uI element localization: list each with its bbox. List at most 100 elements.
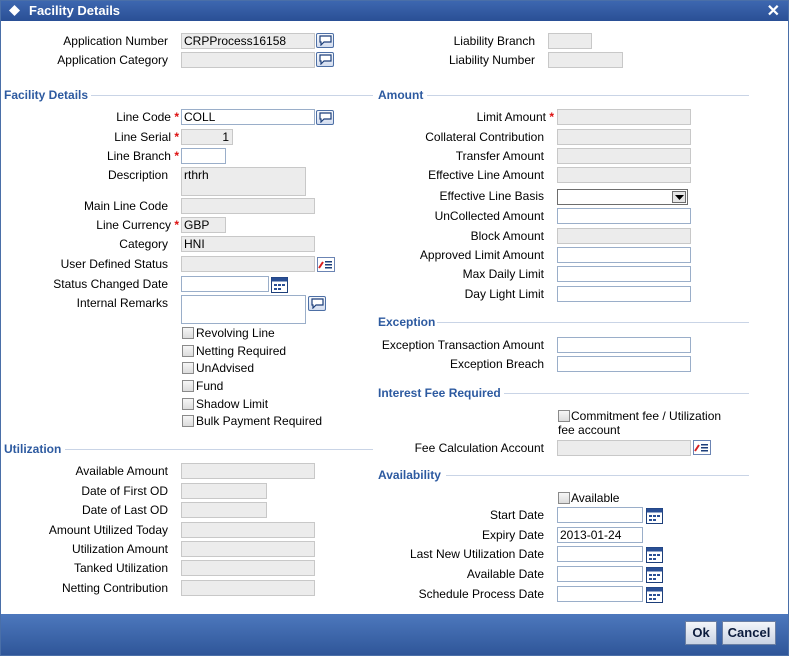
exception-heading: Exception <box>378 315 436 329</box>
effective-line-amount-field[interactable] <box>557 167 691 183</box>
section-divider <box>437 322 749 323</box>
cancel-button[interactable]: Cancel <box>722 621 776 645</box>
speech-bubble-icon <box>311 298 324 309</box>
calendar-icon[interactable] <box>271 277 288 293</box>
description-label: Description <box>107 168 168 182</box>
availability-heading: Availability <box>378 468 441 482</box>
section-divider <box>446 475 749 476</box>
netting-required-checkbox[interactable] <box>182 345 194 357</box>
max-daily-limit-label: Max Daily Limit <box>462 267 544 281</box>
available-amount-field[interactable] <box>181 463 315 479</box>
exception-transaction-amount-field[interactable] <box>557 337 691 353</box>
line-currency-field[interactable]: GBP <box>181 217 226 233</box>
application-number-lov-button[interactable] <box>316 33 334 48</box>
available-date-field[interactable] <box>557 566 643 582</box>
footer-bar: Ok Cancel <box>1 614 788 655</box>
bulk-payment-required-checkbox[interactable] <box>182 415 194 427</box>
uncollected-amount-field[interactable] <box>557 208 691 224</box>
main-line-code-field[interactable] <box>181 198 315 214</box>
application-category-lov-button[interactable] <box>316 52 334 67</box>
liability-number-field[interactable] <box>548 52 623 68</box>
category-field[interactable]: HNI <box>181 236 315 252</box>
amount-utilized-today-field[interactable] <box>181 522 315 538</box>
unadvised-checkbox[interactable] <box>182 362 194 374</box>
revolving-line-checkbox[interactable] <box>182 327 194 339</box>
application-number-field[interactable]: CRPProcess16158 <box>181 33 315 49</box>
block-amount-field[interactable] <box>557 228 691 244</box>
list-lookup-icon[interactable] <box>317 257 335 272</box>
line-branch-field[interactable] <box>181 148 226 164</box>
calendar-icon[interactable] <box>646 567 663 583</box>
bulk-payment-required-label: Bulk Payment Required <box>196 414 323 428</box>
commitment-fee-checkbox[interactable] <box>558 410 570 422</box>
amount-utilized-today-label: Amount Utilized Today <box>48 523 168 537</box>
title-bar: Facility Details ✕ <box>1 1 788 21</box>
facility-details-window: Facility Details ✕ Application Number CR… <box>0 0 789 656</box>
chevron-down-icon[interactable] <box>672 191 686 203</box>
exception-transaction-amount-label: Exception Transaction Amount <box>381 338 544 352</box>
fund-checkbox[interactable] <box>182 380 194 392</box>
transfer-amount-field[interactable] <box>557 148 691 164</box>
expiry-date-field[interactable]: 2013-01-24 <box>557 527 643 543</box>
available-label: Available <box>571 491 620 505</box>
ok-button[interactable]: Ok <box>685 621 717 645</box>
limit-amount-label: Limit Amount * <box>476 110 554 124</box>
description-field[interactable]: rthrh <box>181 167 306 196</box>
utilization-amount-field[interactable] <box>181 541 315 557</box>
day-light-limit-label: Day Light Limit <box>464 287 544 301</box>
available-checkbox[interactable] <box>558 492 570 504</box>
user-defined-status-field[interactable] <box>181 256 315 272</box>
block-amount-label: Block Amount <box>470 229 544 243</box>
date-first-od-label: Date of First OD <box>81 484 168 498</box>
list-lookup-icon[interactable] <box>693 440 711 455</box>
user-defined-status-label: User Defined Status <box>60 257 168 271</box>
application-category-label: Application Category <box>57 53 168 67</box>
uncollected-amount-label: UnCollected Amount <box>434 209 544 223</box>
date-first-od-field[interactable] <box>181 483 267 499</box>
speech-bubble-icon <box>319 54 332 65</box>
unadvised-label: UnAdvised <box>196 361 255 375</box>
amount-heading: Amount <box>378 88 424 102</box>
status-changed-date-field[interactable] <box>181 276 269 292</box>
start-date-field[interactable] <box>557 507 643 523</box>
max-daily-limit-field[interactable] <box>557 266 691 282</box>
day-light-limit-field[interactable] <box>557 286 691 302</box>
date-last-od-field[interactable] <box>181 502 267 518</box>
line-code-lov-button[interactable] <box>316 110 334 125</box>
calendar-icon[interactable] <box>646 587 663 603</box>
transfer-amount-label: Transfer Amount <box>455 149 544 163</box>
exception-breach-field[interactable] <box>557 356 691 372</box>
netting-required-label: Netting Required <box>196 344 287 358</box>
interest-fee-heading: Interest Fee Required <box>378 386 501 400</box>
limit-amount-field[interactable] <box>557 109 691 125</box>
collateral-contribution-label: Collateral Contribution <box>425 130 544 144</box>
application-category-field[interactable] <box>181 52 315 68</box>
line-serial-field[interactable]: 1 <box>181 129 233 145</box>
internal-remarks-field[interactable] <box>181 295 306 324</box>
netting-contribution-field[interactable] <box>181 580 315 596</box>
calendar-icon[interactable] <box>646 508 663 524</box>
shadow-limit-checkbox[interactable] <box>182 398 194 410</box>
liability-branch-field[interactable] <box>548 33 592 49</box>
fee-calculation-account-label: Fee Calculation Account <box>414 441 544 455</box>
calendar-icon[interactable] <box>646 547 663 563</box>
line-branch-label: Line Branch * <box>106 149 179 163</box>
fund-label: Fund <box>196 379 224 393</box>
section-divider <box>65 449 373 450</box>
tanked-utilization-label: Tanked Utilization <box>73 561 168 575</box>
application-number-label: Application Number <box>63 34 168 48</box>
schedule-process-date-field[interactable] <box>557 586 643 602</box>
last-new-utilization-date-field[interactable] <box>557 546 643 562</box>
liability-branch-label: Liability Branch <box>453 34 535 48</box>
schedule-process-date-label: Schedule Process Date <box>418 587 544 601</box>
last-new-utilization-date-label: Last New Utilization Date <box>409 547 544 561</box>
collateral-contribution-field[interactable] <box>557 129 691 145</box>
close-icon[interactable]: ✕ <box>767 1 780 21</box>
internal-remarks-lov-button[interactable] <box>308 296 326 311</box>
diamond-icon <box>9 5 20 16</box>
effective-line-basis-select[interactable] <box>557 189 688 205</box>
approved-limit-amount-field[interactable] <box>557 247 691 263</box>
fee-calculation-account-field[interactable] <box>557 440 691 456</box>
tanked-utilization-field[interactable] <box>181 560 315 576</box>
line-code-field[interactable]: COLL <box>181 109 315 125</box>
